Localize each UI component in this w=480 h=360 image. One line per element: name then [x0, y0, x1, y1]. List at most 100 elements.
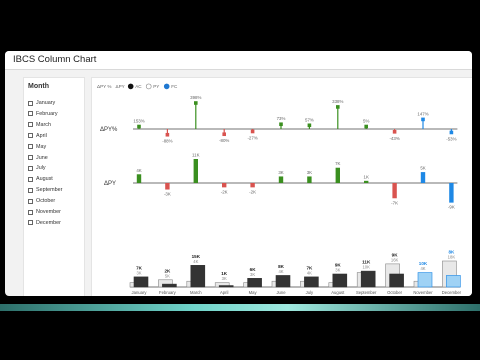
dpy-pct-pin-head — [222, 132, 226, 137]
py-value-label: 3K — [222, 276, 227, 281]
dpy-label: -9K — [448, 205, 455, 210]
slicer-item-february[interactable]: February — [28, 109, 58, 119]
legend-label-1: ΔPY — [116, 84, 125, 89]
slicer-item-label: April — [36, 132, 47, 139]
ac-column — [360, 270, 376, 288]
report-window: IBCS Column Chart Month January February M… — [5, 51, 472, 296]
slicer-item-july[interactable]: July — [28, 163, 46, 173]
ac-value-label: 2K — [164, 268, 171, 273]
slicer-title: Month — [28, 83, 49, 90]
page-title: IBCS Column Chart — [13, 54, 97, 65]
dpy-label: 7K — [335, 161, 340, 166]
title-bar: IBCS Column Chart — [5, 51, 472, 70]
month-slicer: Month January February March April May June Ju… — [23, 77, 85, 296]
dpy-pct-label: 338% — [332, 99, 343, 104]
category-tick-label: July — [306, 290, 314, 295]
slicer-item-label: August — [36, 176, 53, 183]
dpy-pct-label: 147% — [417, 111, 428, 116]
checkbox-icon[interactable] — [28, 220, 33, 226]
dpy-label: -2K — [221, 189, 228, 194]
slicer-item-april[interactable]: April — [28, 131, 47, 141]
dpy-label: -2K — [249, 189, 256, 194]
dpy-pct-pin-head — [250, 129, 255, 134]
slicer-item-october[interactable]: October — [28, 196, 55, 206]
dpy-pct-label: -27% — [247, 136, 257, 141]
checkbox-icon[interactable] — [28, 111, 33, 117]
slicer-item-march[interactable]: March — [28, 120, 51, 130]
ac-value-label: 1K — [221, 271, 228, 276]
dpy-pct-pin-head — [421, 117, 425, 122]
ac-value-label: 11K — [362, 260, 371, 265]
checkbox-icon[interactable] — [28, 155, 33, 160]
category-tick-label: September — [356, 290, 377, 295]
slicer-item-label: June — [36, 154, 48, 161]
dpy-label: 1K — [364, 174, 369, 179]
dpy-bar — [307, 176, 312, 183]
checkbox-icon[interactable] — [28, 165, 33, 171]
slicer-item-june[interactable]: June — [28, 153, 48, 163]
dpy-bar — [193, 159, 198, 183]
legend-label-ac: AC — [135, 84, 142, 89]
ac-column — [218, 285, 234, 288]
ac-value-label: 9K — [335, 263, 342, 268]
row-label-dpy-pct: ΔPY% — [100, 127, 118, 133]
category-tick-label: April — [220, 290, 228, 295]
slicer-item-label: March — [36, 121, 51, 128]
dpy-bar — [278, 176, 284, 183]
checkbox-icon[interactable] — [28, 198, 33, 204]
py-value-label: 3K — [136, 270, 141, 275]
slicer-item-august[interactable]: August — [28, 174, 53, 184]
ibcs-chart: ΔPY % ΔPY AC PY FC ΔPY% 153% -88% 398% -80% -27% 73… — [97, 83, 462, 295]
legend-marker-py-icon — [145, 83, 152, 90]
ac-column — [162, 283, 177, 288]
legend-label-fc: FC — [171, 84, 178, 89]
py-value-label: 10K — [362, 265, 370, 270]
checkbox-icon[interactable] — [28, 100, 33, 106]
checkbox-icon[interactable] — [28, 176, 33, 182]
dpy-bar — [420, 172, 426, 183]
py-value-label: 3K — [250, 272, 255, 277]
py-value-label: 4K — [278, 269, 283, 274]
dpy-pct-label: -80% — [219, 138, 229, 143]
dpy-pct-pin-head — [392, 130, 397, 134]
dpy-pct-pin-head — [449, 130, 454, 135]
dpy-pct-pin-head — [364, 124, 368, 129]
slicer-item-september[interactable]: September — [28, 185, 62, 195]
ac-column — [133, 276, 149, 288]
py-value-label: 5K — [165, 273, 170, 278]
dpy-pct-pin-head — [194, 101, 198, 105]
legend-label-0: ΔPY % — [97, 84, 111, 89]
slicer-item-label: September — [36, 187, 63, 194]
dpy-pct-pin-head — [165, 132, 170, 137]
slicer-item-may[interactable]: May — [28, 142, 46, 152]
py-value-label: 4K — [193, 259, 198, 264]
legend-marker-fc-icon — [163, 83, 170, 90]
legend-marker-ac-icon — [127, 83, 134, 90]
checkbox-icon[interactable] — [28, 122, 33, 128]
dpy-pct-label: 5% — [363, 119, 369, 124]
slicer-item-december[interactable]: December — [28, 218, 61, 228]
py-value-label: 4K — [307, 270, 312, 275]
ac-value-label: 10K — [419, 261, 428, 266]
dpy-pct-pin-head — [336, 105, 340, 109]
dpy-bar — [165, 183, 170, 190]
category-tick-label: August — [331, 290, 345, 295]
category-tick-label: October — [387, 290, 403, 295]
slicer-item-november[interactable]: November — [28, 207, 61, 217]
dpy-pct-label: 73% — [277, 116, 286, 121]
checkbox-icon[interactable] — [28, 144, 33, 150]
dpy-bar — [250, 183, 255, 188]
slicer-item-label: November — [36, 209, 61, 215]
dpy-label: -7K — [391, 200, 398, 205]
ac-column — [389, 273, 404, 288]
checkbox-icon[interactable] — [28, 187, 33, 193]
ac-value-label: 15K — [192, 254, 201, 259]
slicer-item-label: May — [36, 143, 47, 150]
dpy-bar — [364, 180, 369, 183]
ac-value-label: 7K — [136, 265, 143, 270]
slicer-item-label: February — [36, 110, 58, 117]
slicer-item-january[interactable]: January — [28, 98, 55, 108]
checkbox-icon[interactable] — [28, 209, 33, 215]
checkbox-icon[interactable] — [28, 133, 33, 139]
dpy-bar — [392, 183, 397, 199]
